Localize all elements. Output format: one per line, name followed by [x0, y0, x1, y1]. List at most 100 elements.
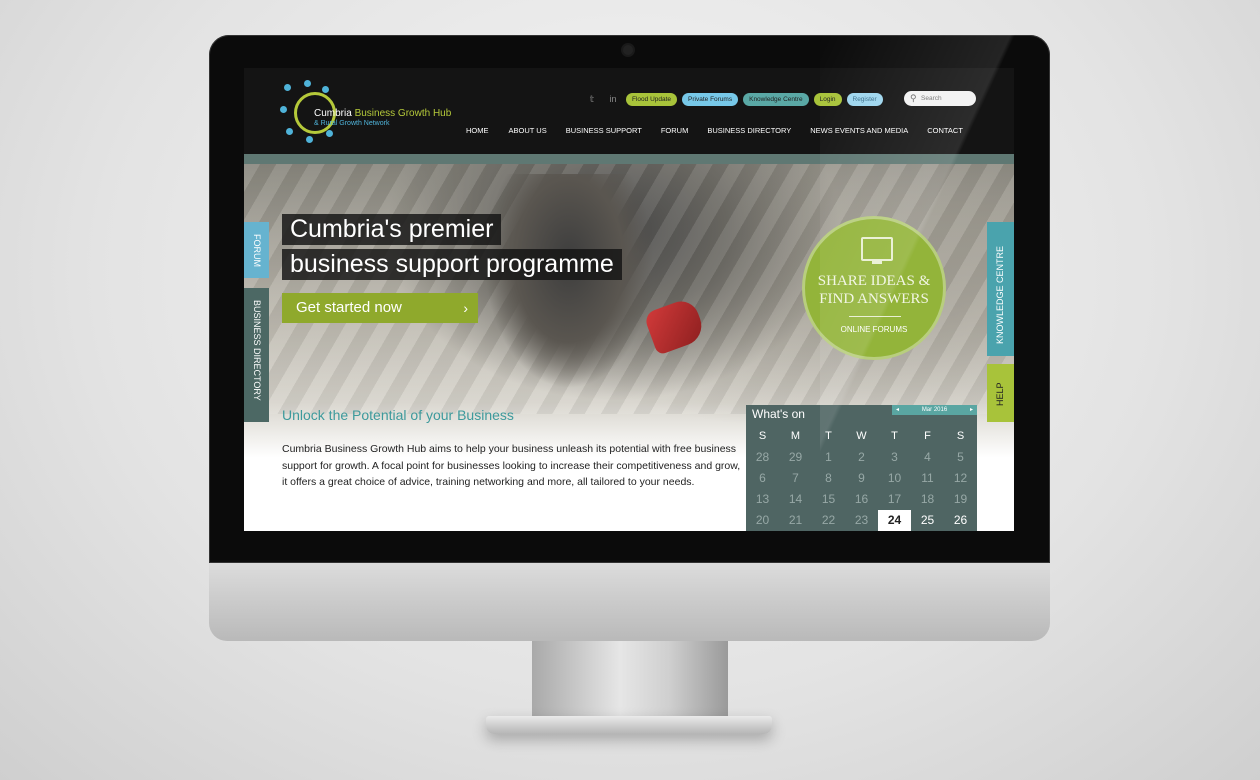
calendar-day[interactable]: 25 — [911, 510, 944, 531]
site-header: Cumbria Business Growth Hub & Rural Grow… — [244, 68, 1014, 154]
calendar-weekday: T — [891, 430, 898, 442]
search-box: ⚲ — [904, 91, 976, 106]
logo-dot — [306, 136, 313, 143]
logo-dot — [304, 80, 311, 87]
nav-forum[interactable]: FORUM — [661, 126, 689, 135]
badge-divider — [849, 316, 901, 317]
search-input[interactable] — [921, 93, 971, 103]
logo-subtitle: & Rural Growth Network — [314, 120, 390, 127]
whats-on-calendar: What's on ◂ Mar 2016 ▸ S M T W T F S 28 29 1 2 3 4 5 6… — [746, 405, 977, 531]
knowledge-centre-button[interactable]: Knowledge Centre — [743, 92, 809, 106]
get-started-button[interactable]: Get started now › — [282, 293, 478, 323]
calendar-weekday: S — [758, 430, 767, 442]
calendar-weekday: F — [924, 430, 931, 442]
logo-title: Cumbria Business Growth Hub — [314, 108, 452, 119]
side-tab-forum[interactable]: FORUM — [244, 222, 269, 278]
calendar-day[interactable]: 1 — [812, 447, 845, 468]
find-answers-text: FIND ANSWERS — [819, 291, 929, 307]
monitor-base — [486, 716, 772, 734]
hero-headline: Cumbria's premier business support progr… — [282, 214, 622, 284]
nav-business-directory[interactable]: BUSINESS DIRECTORY — [707, 126, 791, 135]
nav-contact[interactable]: CONTACT — [927, 126, 963, 135]
twitter-icon[interactable]: 𝕥 — [584, 94, 600, 105]
calendar-month-label: Mar 2016 — [921, 407, 948, 413]
calendar-day[interactable]: 28 — [746, 447, 779, 468]
calendar-prev-icon[interactable]: ◂ — [896, 405, 899, 415]
calendar-day[interactable]: 23 — [845, 510, 878, 531]
logo-dot — [322, 86, 329, 93]
get-started-label: Get started now — [296, 299, 402, 316]
calendar-day[interactable]: 26 — [944, 510, 977, 531]
online-forums-badge[interactable]: SHARE IDEAS & FIND ANSWERS ONLINE FORUMS — [802, 216, 946, 360]
intro-heading: Unlock the Potential of your Business — [282, 407, 514, 423]
calendar-day[interactable]: 19 — [944, 489, 977, 510]
header-divider — [244, 154, 1014, 164]
side-tab-business-directory-label: BUSINESS DIRECTORY — [252, 300, 262, 401]
website-screen: Cumbria Business Growth Hub & Rural Grow… — [244, 68, 1014, 531]
side-tab-help[interactable]: HELP — [987, 364, 1014, 422]
calendar-day[interactable]: 10 — [878, 468, 911, 489]
logo-dot — [286, 128, 293, 135]
calendar-day[interactable]: 4 — [911, 447, 944, 468]
calendar-day[interactable]: 14 — [779, 489, 812, 510]
calendar-weekday: M — [790, 430, 801, 442]
chevron-right-icon: › — [463, 300, 468, 316]
camera-icon — [623, 45, 633, 55]
calendar-day[interactable]: 13 — [746, 489, 779, 510]
main-nav: HOME ABOUT US BUSINESS SUPPORT FORUM BUS… — [466, 126, 963, 135]
calendar-month-nav: ◂ Mar 2016 ▸ — [892, 405, 977, 415]
online-forums-label: ONLINE FORUMS — [840, 325, 908, 334]
calendar-day[interactable]: 2 — [845, 447, 878, 468]
calendar-day[interactable]: 29 — [779, 447, 812, 468]
monitor-chin — [209, 563, 1050, 641]
calendar-day[interactable]: 12 — [944, 468, 977, 489]
utility-bar: 𝕥 in Flood Update Private Forums Knowled… — [584, 91, 883, 107]
side-tab-business-directory[interactable]: BUSINESS DIRECTORY — [244, 288, 269, 422]
logo-dot — [326, 130, 333, 137]
search-icon[interactable]: ⚲ — [910, 93, 917, 104]
calendar-day[interactable]: 24 — [878, 510, 911, 531]
nav-home[interactable]: HOME — [466, 126, 489, 135]
calendar-day[interactable]: 3 — [878, 447, 911, 468]
calendar-day[interactable]: 21 — [779, 510, 812, 531]
calendar-day[interactable]: 22 — [812, 510, 845, 531]
calendar-day[interactable]: 20 — [746, 510, 779, 531]
login-button[interactable]: Login — [813, 92, 842, 106]
linkedin-icon[interactable]: in — [605, 94, 621, 104]
hero-section: Cumbria's premier business support progr… — [244, 164, 1014, 531]
logo-dot — [284, 84, 291, 91]
calendar-weekday: W — [856, 430, 867, 442]
calendar-day[interactable]: 8 — [812, 468, 845, 489]
register-button[interactable]: Register — [846, 92, 883, 106]
side-tab-knowledge-centre-label: KNOWLEDGE CENTRE — [995, 245, 1005, 344]
calendar-weekday: S — [956, 430, 965, 442]
nav-about-us[interactable]: ABOUT US — [509, 126, 547, 135]
calendar-title: What's on — [752, 407, 805, 421]
calendar-day[interactable]: 5 — [944, 447, 977, 468]
calendar-grid: S M T W T F S 28 29 1 2 3 4 5 6 7 8 9 10 11 12 13 14 15 16 17 18 19… — [746, 426, 977, 531]
calendar-next-icon[interactable]: ▸ — [970, 405, 973, 415]
side-tab-knowledge-centre[interactable]: KNOWLEDGE CENTRE — [987, 222, 1014, 356]
calendar-day[interactable]: 7 — [779, 468, 812, 489]
calendar-day[interactable]: 17 — [878, 489, 911, 510]
calendar-day[interactable]: 6 — [746, 468, 779, 489]
calendar-day[interactable]: 18 — [911, 489, 944, 510]
site-logo[interactable]: Cumbria Business Growth Hub & Rural Grow… — [280, 80, 480, 150]
hero-headline-line-2: business support programme — [282, 249, 622, 280]
nav-news-events-media[interactable]: NEWS EVENTS AND MEDIA — [810, 126, 908, 135]
side-tab-forum-label: FORUM — [252, 234, 262, 267]
logo-dot — [280, 106, 287, 113]
share-ideas-text: SHARE IDEAS & — [817, 273, 931, 289]
monitor-icon — [861, 237, 893, 264]
calendar-weekday: T — [825, 430, 832, 442]
flood-update-button[interactable]: Flood Update — [626, 92, 678, 106]
calendar-day[interactable]: 9 — [845, 468, 878, 489]
calendar-day[interactable]: 15 — [812, 489, 845, 510]
hero-headline-line-1: Cumbria's premier — [282, 214, 502, 245]
nav-business-support[interactable]: BUSINESS SUPPORT — [566, 126, 642, 135]
monitor-stand — [532, 641, 728, 723]
calendar-day[interactable]: 16 — [845, 489, 878, 510]
calendar-day[interactable]: 11 — [911, 468, 944, 489]
private-forums-button[interactable]: Private Forums — [682, 92, 739, 106]
side-tab-help-label: HELP — [995, 382, 1005, 406]
